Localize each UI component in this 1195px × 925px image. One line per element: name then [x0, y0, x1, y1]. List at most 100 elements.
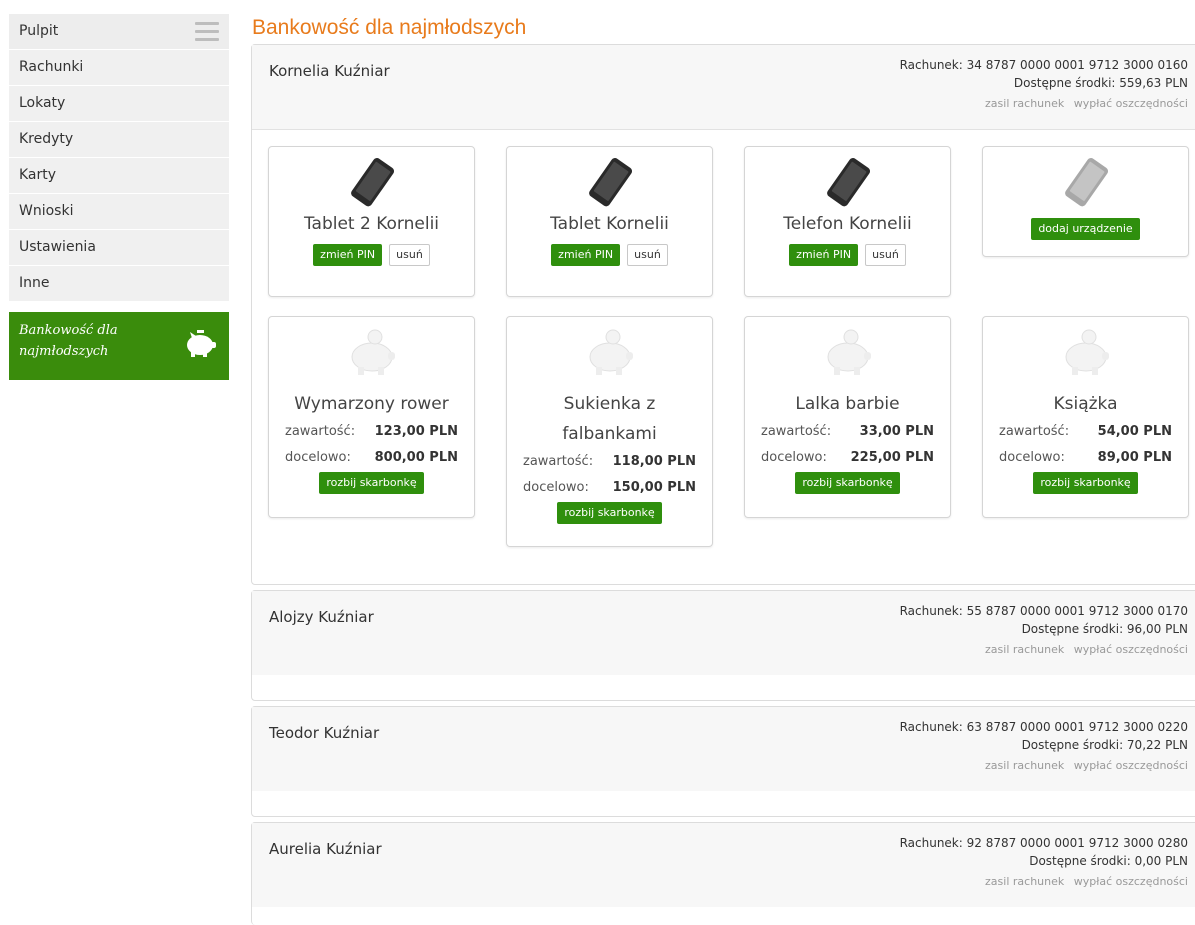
content-label: zawartość:: [285, 424, 356, 439]
target-value: 800,00 PLN: [374, 450, 458, 465]
top-up-link[interactable]: zasil rachunek: [985, 875, 1064, 888]
add-device-card: dodaj urządzenie: [982, 146, 1189, 257]
target-value: 89,00 PLN: [1097, 450, 1172, 465]
content-value: 118,00 PLN: [612, 454, 696, 469]
break-piggybank-button[interactable]: rozbij skarbonkę: [557, 502, 662, 524]
piggy-bank-icon: [1065, 329, 1109, 375]
break-piggybank-button[interactable]: rozbij skarbonkę: [1033, 472, 1138, 494]
sidebar-item-kids-banking[interactable]: Bankowość dla najmłodszych: [9, 312, 229, 380]
sidebar-item-label: Rachunki: [19, 59, 84, 75]
account-panel: Aurelia Kuźniar Rachunek: 92 8787 0000 0…: [251, 822, 1195, 925]
account-number: Rachunek: 63 8787 0000 0001 9712 3000 02…: [899, 720, 1188, 734]
target-label: docelowo:: [999, 450, 1065, 465]
change-pin-button[interactable]: zmień PIN: [313, 244, 383, 266]
sidebar-item-label: Pulpit: [19, 23, 59, 39]
top-up-link[interactable]: zasil rachunek: [985, 643, 1064, 656]
account-owner-name: Alojzy Kuźniar: [269, 608, 374, 626]
top-up-link[interactable]: zasil rachunek: [985, 759, 1064, 772]
device-card: Tablet 2 Kornelii zmień PIN usuń: [268, 146, 475, 297]
change-pin-button[interactable]: zmień PIN: [789, 244, 859, 266]
sidebar-item-label: Lokaty: [19, 95, 66, 111]
device-name: Tablet 2 Kornelii: [303, 214, 440, 234]
content-value: 33,00 PLN: [859, 424, 934, 439]
smartphone-icon: [826, 158, 870, 207]
hamburger-icon[interactable]: [195, 22, 219, 42]
remove-device-button[interactable]: usuń: [627, 244, 668, 266]
sidebar-item-label: Karty: [19, 167, 57, 183]
sidebar-item-kredyty[interactable]: Kredyty: [9, 122, 229, 158]
device-name: Telefon Kornelii: [783, 214, 912, 234]
sidebar-item-pulpit[interactable]: Pulpit: [9, 14, 229, 50]
top-up-link[interactable]: zasil rachunek: [985, 97, 1064, 110]
account-header: Alojzy Kuźniar Rachunek: 55 8787 0000 00…: [252, 591, 1195, 675]
withdraw-savings-link[interactable]: wypłać oszczędności: [1074, 875, 1188, 888]
account-balance: Dostępne środki: 0,00 PLN: [1029, 854, 1188, 868]
sidebar-item-ustawienia[interactable]: Ustawienia: [9, 230, 229, 266]
account-number: Rachunek: 55 8787 0000 0001 9712 3000 01…: [899, 604, 1188, 618]
device-name: Tablet Kornelii: [550, 214, 669, 234]
smartphone-icon: [1064, 158, 1108, 207]
account-panel: Alojzy Kuźniar Rachunek: 55 8787 0000 00…: [251, 590, 1195, 701]
content-label: zawartość:: [523, 454, 594, 469]
account-info: Rachunek: 34 8787 0000 0001 9712 3000 01…: [900, 56, 1188, 113]
account-owner-name: Aurelia Kuźniar: [269, 840, 382, 858]
account-info: Rachunek: 92 8787 0000 0001 9712 3000 02…: [900, 834, 1188, 891]
account-number: Rachunek: 34 8787 0000 0001 9712 3000 01…: [899, 58, 1188, 72]
smartphone-icon: [350, 158, 394, 207]
withdraw-savings-link[interactable]: wypłać oszczędności: [1074, 643, 1188, 656]
sidebar: Pulpit Rachunki Lokaty Kredyty Karty Wni…: [9, 14, 229, 380]
piggybank-name: Sukienka z: [563, 394, 656, 414]
target-label: docelowo:: [285, 450, 351, 465]
piggybank-card: Lalka barbie zawartość: 33,00 PLN docelow…: [744, 316, 951, 518]
piggybank-name: Wymarzony rower: [294, 394, 449, 414]
account-owner-name: Teodor Kuźniar: [269, 724, 380, 742]
smartphone-icon: [588, 158, 632, 207]
target-value: 225,00 PLN: [850, 450, 934, 465]
piggy-bank-icon: [351, 329, 395, 375]
piggybank-card: Sukienka z falbankami zawartość: 118,00 P…: [506, 316, 713, 547]
account-body: Tablet 2 Kornelii zmień PIN usuń Tablet …: [252, 129, 1195, 584]
break-piggybank-button[interactable]: rozbij skarbonkę: [795, 472, 900, 494]
account-panel: Teodor Kuźniar Rachunek: 63 8787 0000 00…: [251, 706, 1195, 817]
target-label: docelowo:: [523, 480, 589, 495]
piggy-bank-icon: [187, 330, 216, 357]
withdraw-savings-link[interactable]: wypłać oszczędności: [1074, 97, 1188, 110]
sidebar-item-inne[interactable]: Inne: [9, 266, 229, 302]
change-pin-button[interactable]: zmień PIN: [551, 244, 621, 266]
content-label: zawartość:: [999, 424, 1070, 439]
break-piggybank-button[interactable]: rozbij skarbonkę: [319, 472, 424, 494]
add-device-button[interactable]: dodaj urządzenie: [1031, 218, 1140, 240]
piggybank-card: Książka zawartość: 54,00 PLN docelowo: 89,…: [982, 316, 1189, 518]
device-card: Telefon Kornelii zmień PIN usuń: [744, 146, 951, 297]
piggybank-card: Wymarzony rower zawartość: 123,00 PLN doc…: [268, 316, 475, 518]
piggybank-name: Lalka barbie: [795, 394, 900, 414]
sidebar-item-rachunki[interactable]: Rachunki: [9, 50, 229, 86]
target-label: docelowo:: [761, 450, 827, 465]
account-balance: Dostępne środki: 70,22 PLN: [1021, 738, 1188, 752]
target-value: 150,00 PLN: [612, 480, 696, 495]
piggybank-name: Książka: [1053, 394, 1118, 414]
account-header: Kornelia Kuźniar Rachunek: 34 8787 0000 …: [252, 45, 1195, 129]
sidebar-item-label: Wnioski: [19, 203, 74, 219]
sidebar-item-karty[interactable]: Karty: [9, 158, 229, 194]
account-header: Teodor Kuźniar Rachunek: 63 8787 0000 00…: [252, 707, 1195, 791]
sidebar-item-lokaty[interactable]: Lokaty: [9, 86, 229, 122]
remove-device-button[interactable]: usuń: [389, 244, 430, 266]
piggybank-name-line2: falbankami: [562, 424, 657, 444]
account-balance: Dostępne środki: 559,63 PLN: [1013, 76, 1188, 90]
piggy-bank-icon: [589, 329, 633, 375]
content-value: 54,00 PLN: [1097, 424, 1172, 439]
account-info: Rachunek: 63 8787 0000 0001 9712 3000 02…: [900, 718, 1188, 775]
remove-device-button[interactable]: usuń: [865, 244, 906, 266]
account-owner-name: Kornelia Kuźniar: [269, 62, 390, 80]
account-balance: Dostępne środki: 96,00 PLN: [1021, 622, 1188, 636]
sidebar-item-label: Inne: [19, 275, 50, 291]
withdraw-savings-link[interactable]: wypłać oszczędności: [1074, 759, 1188, 772]
piggy-bank-icon: [827, 329, 871, 375]
sidebar-item-label: Kredyty: [19, 131, 74, 147]
account-panel: Kornelia Kuźniar Rachunek: 34 8787 0000 …: [251, 44, 1195, 585]
page-title: Bankowość dla najmłodszych: [252, 16, 527, 39]
content-value: 123,00 PLN: [374, 424, 458, 439]
sidebar-item-wnioski[interactable]: Wnioski: [9, 194, 229, 230]
account-header: Aurelia Kuźniar Rachunek: 92 8787 0000 0…: [252, 823, 1195, 907]
